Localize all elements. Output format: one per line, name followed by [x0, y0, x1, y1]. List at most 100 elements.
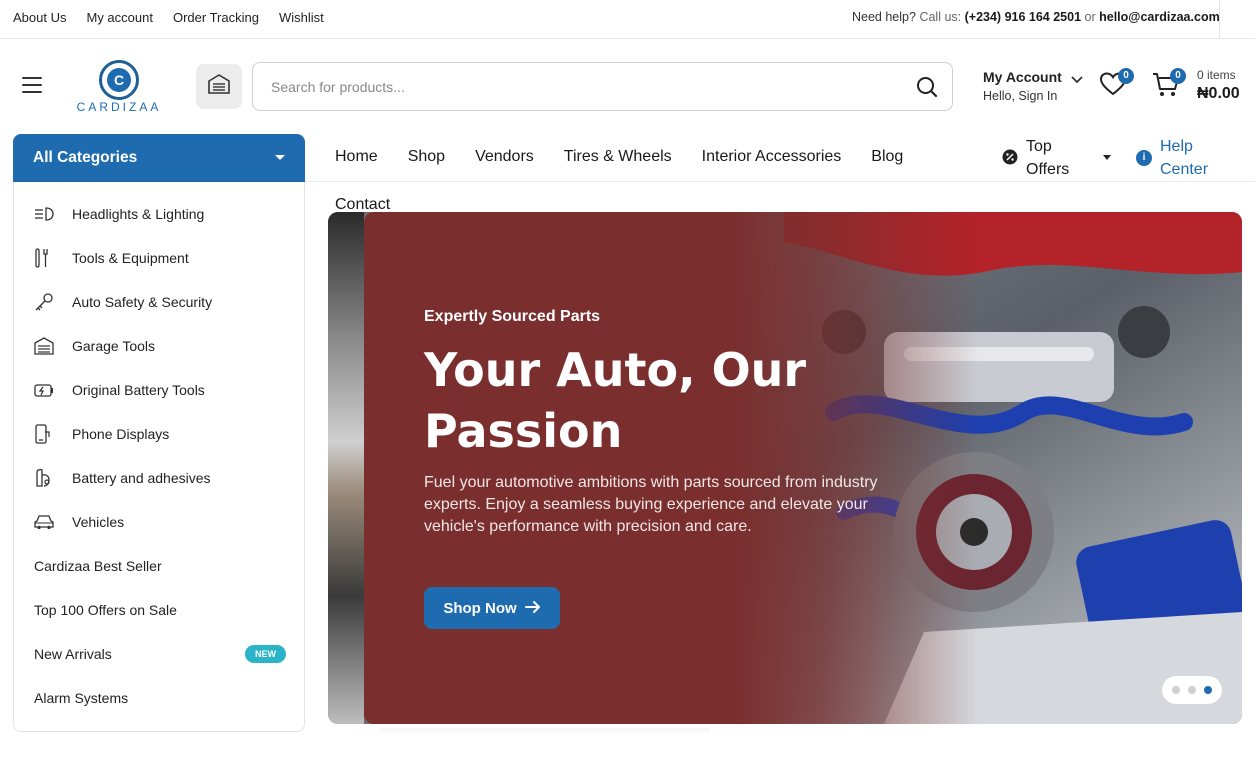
sidebar-item-label: Cardizaa Best Seller: [34, 558, 162, 574]
sidebar-item-label: Tools & Equipment: [72, 250, 189, 266]
slider-pagination: [1162, 676, 1222, 704]
logo-wordmark: CARDIZAA: [76, 100, 162, 114]
nav-blog[interactable]: Blog: [871, 148, 903, 166]
my-account-menu[interactable]: My Account Hello, Sign In: [983, 69, 1083, 103]
my-account-link[interactable]: My account: [86, 10, 152, 25]
top-links: About Us My account Order Tracking Wishl…: [13, 10, 324, 25]
hero-slide: Expertly Sourced Parts Your Auto, Our Pa…: [364, 212, 1242, 724]
cart-total: ₦0.00: [1197, 85, 1240, 102]
wishlist-count-badge: 0: [1118, 68, 1134, 84]
nav-interior-accessories[interactable]: Interior Accessories: [702, 148, 842, 166]
sidebar-item-phone-displays[interactable]: Phone Displays: [34, 422, 286, 446]
key-icon: [34, 291, 58, 313]
sidebar-item-label: Original Battery Tools: [72, 382, 205, 398]
hero-overlay: [364, 212, 1242, 724]
adhesive-icon: [34, 467, 58, 489]
site-logo[interactable]: C CARDIZAA: [72, 60, 166, 114]
heart-icon: [1099, 72, 1127, 100]
info-icon: i: [1136, 150, 1152, 166]
sidebar-item-label: Garage Tools: [72, 338, 156, 354]
slide-dot-1[interactable]: [1172, 686, 1180, 694]
hero-shadow: [380, 728, 710, 734]
new-badge: NEW: [245, 645, 286, 663]
cart-items-count: 0 items: [1197, 68, 1236, 82]
sidebar-item-top-offers[interactable]: Top 100 Offers on Sale: [34, 598, 286, 622]
help-center-label: Help Center: [1160, 138, 1209, 178]
help-prefix: Need help?: [852, 10, 916, 24]
search-icon[interactable]: [916, 76, 938, 103]
car-icon: [34, 511, 58, 533]
chevron-down-icon: [1071, 71, 1083, 89]
sidebar-item-label: New Arrivals: [34, 646, 112, 662]
phone-display-icon: [34, 423, 58, 445]
sidebar-item-label: Alarm Systems: [34, 690, 129, 706]
sidebar-item-battery-tools[interactable]: Original Battery Tools: [34, 378, 286, 402]
account-subtitle: Hello, Sign In: [983, 89, 1058, 103]
sidebar-item-label: Auto Safety & Security: [72, 294, 213, 310]
sidebar-item-new-arrivals[interactable]: New Arrivals NEW: [34, 642, 286, 666]
or-text: or: [1084, 10, 1096, 24]
sidebar-item-tools[interactable]: Tools & Equipment: [34, 246, 286, 270]
category-sidebar: Headlights & Lighting Tools & Equipment …: [13, 182, 305, 732]
sidebar-item-garage[interactable]: Garage Tools: [34, 334, 286, 358]
sidebar-item-headlights[interactable]: Headlights & Lighting: [34, 202, 286, 226]
nav-home[interactable]: Home: [335, 148, 378, 166]
logo-mark: C: [99, 60, 139, 100]
search-bar: [252, 62, 953, 111]
arrow-right-icon: [524, 600, 541, 617]
sidebar-item-adhesives[interactable]: Battery and adhesives: [34, 466, 286, 490]
slide-dot-3[interactable]: [1204, 686, 1212, 694]
cart-count-badge: 0: [1170, 68, 1186, 84]
nav-tires-wheels[interactable]: Tires & Wheels: [564, 148, 672, 166]
sidebar-item-best-seller[interactable]: Cardizaa Best Seller: [34, 554, 286, 578]
cart-summary[interactable]: 0 items ₦0.00: [1197, 68, 1240, 103]
shop-now-button[interactable]: Shop Now: [424, 587, 560, 629]
nav-shop[interactable]: Shop: [408, 148, 445, 166]
caret-down-icon: [275, 155, 285, 160]
help-contact: Need help? Call us: (+234) 916 164 2501 …: [852, 10, 1220, 24]
garage-button[interactable]: [196, 64, 242, 109]
about-us-link[interactable]: About Us: [13, 10, 66, 25]
discount-icon: [1002, 149, 1018, 170]
call-label: Call us:: [919, 10, 962, 24]
hero-slider[interactable]: Expertly Sourced Parts Your Auto, Our Pa…: [328, 212, 1242, 724]
sidebar-item-label: Battery and adhesives: [72, 470, 211, 486]
sidebar-item-vehicles[interactable]: Vehicles: [34, 510, 286, 534]
account-title: My Account: [983, 69, 1062, 85]
top-offers-label: Top Offers: [1026, 138, 1070, 178]
wishlist-button[interactable]: 0: [1099, 68, 1134, 101]
shop-now-label: Shop Now: [443, 599, 517, 617]
sidebar-item-label: Phone Displays: [72, 426, 170, 442]
phone-number[interactable]: (+234) 916 164 2501: [965, 10, 1081, 24]
sidebar-item-label: Headlights & Lighting: [72, 206, 205, 222]
email-address[interactable]: hello@cardizaa.com: [1099, 10, 1220, 24]
main-menu: Home Shop Vendors Tires & Wheels Interio…: [335, 148, 933, 166]
all-categories-button[interactable]: All Categories: [13, 134, 305, 182]
hero-kicker: Expertly Sourced Parts: [424, 308, 601, 325]
slide-dot-2[interactable]: [1188, 686, 1196, 694]
cart-icon: [1152, 73, 1180, 102]
garage-icon: [34, 335, 58, 357]
tools-icon: [34, 247, 58, 269]
order-tracking-link[interactable]: Order Tracking: [173, 10, 259, 25]
nav-vendors[interactable]: Vendors: [475, 148, 534, 166]
sidebar-item-label: Top 100 Offers on Sale: [34, 602, 177, 618]
sidebar-item-safety[interactable]: Auto Safety & Security: [34, 290, 286, 314]
cart-button[interactable]: 0: [1152, 68, 1186, 103]
sidebar-item-label: Vehicles: [72, 514, 125, 530]
garage-icon: [208, 74, 230, 99]
sidebar-item-alarm-systems[interactable]: Alarm Systems: [34, 686, 286, 710]
caret-down-icon: [1103, 155, 1111, 160]
nav-divider: [305, 181, 1255, 182]
hamburger-menu-icon[interactable]: [22, 77, 42, 93]
hero-description: Fuel your automotive ambitions with part…: [424, 474, 878, 535]
search-input[interactable]: [271, 75, 891, 99]
previous-slide-peek: [328, 212, 364, 724]
all-categories-label: All Categories: [33, 149, 138, 166]
divider: [1219, 0, 1220, 38]
top-bar: About Us My account Order Tracking Wishl…: [0, 0, 1255, 39]
wishlist-link[interactable]: Wishlist: [279, 10, 324, 25]
battery-icon: [34, 379, 58, 401]
hero-title: Your Auto, Our Passion: [424, 343, 807, 458]
headlight-icon: [34, 203, 58, 225]
